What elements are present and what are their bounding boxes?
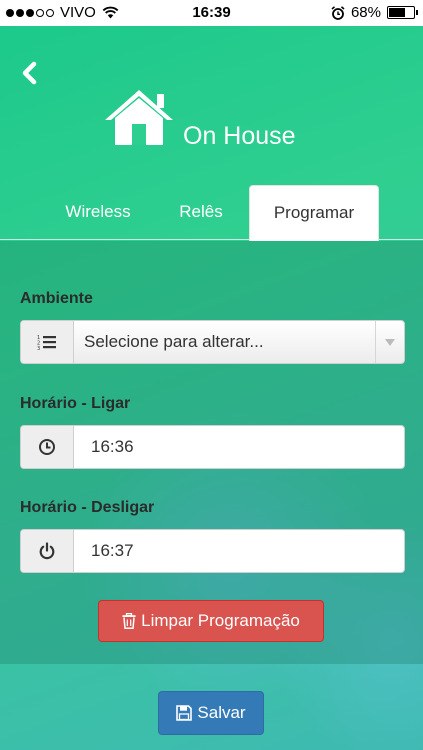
clear-schedule-label: Limpar Programação (141, 611, 300, 630)
tab-programar[interactable]: Programar (249, 185, 379, 241)
save-label: Salvar (197, 703, 246, 722)
battery-level-fill (389, 8, 406, 17)
back-button[interactable] (18, 58, 42, 88)
app-screen: VIVO 16:39 68% On House Wireless Relês P… (0, 0, 423, 750)
desligar-value: 16:37 (91, 541, 134, 560)
desligar-addon (21, 530, 74, 572)
power-icon (39, 542, 55, 560)
ambiente-value: Selecione para alterar... (84, 332, 264, 351)
desligar-label: Horário - Desligar (20, 499, 155, 516)
ambiente-addon: 1 2 3 (21, 321, 74, 363)
status-bar: VIVO 16:39 68% (0, 0, 423, 26)
tab-bar: Wireless Relês Programar (0, 185, 423, 241)
ligar-value: 16:36 (91, 437, 134, 456)
ordered-list-icon: 1 2 3 (37, 335, 56, 350)
floppy-disk-icon (176, 705, 193, 721)
clock-icon (39, 439, 55, 455)
battery-icon (387, 6, 418, 19)
save-button[interactable]: Salvar (158, 691, 264, 735)
trash-icon (122, 613, 136, 629)
ambiente-label: Ambiente (20, 290, 93, 307)
alarm-icon (331, 5, 345, 20)
chevron-left-icon (22, 61, 37, 85)
tab-wireless[interactable]: Wireless (52, 185, 144, 239)
ligar-addon (21, 426, 74, 468)
status-right: 68% (331, 4, 418, 21)
tab-reles[interactable]: Relês (165, 185, 237, 239)
app-title: On House (183, 122, 296, 150)
select-arrow (375, 321, 404, 363)
svg-text:3: 3 (37, 346, 40, 350)
ligar-time-input[interactable]: 16:36 (20, 425, 405, 469)
ambiente-select[interactable]: 1 2 3 Selecione para alterar... (20, 320, 405, 364)
desligar-time-input[interactable]: 16:37 (20, 529, 405, 573)
ligar-label: Horário - Ligar (20, 395, 131, 412)
battery-percent: 68% (350, 4, 381, 21)
caret-down-icon (385, 338, 395, 346)
clear-schedule-button[interactable]: Limpar Programação (98, 600, 324, 642)
house-icon (105, 90, 173, 145)
brand-logo (103, 88, 175, 151)
